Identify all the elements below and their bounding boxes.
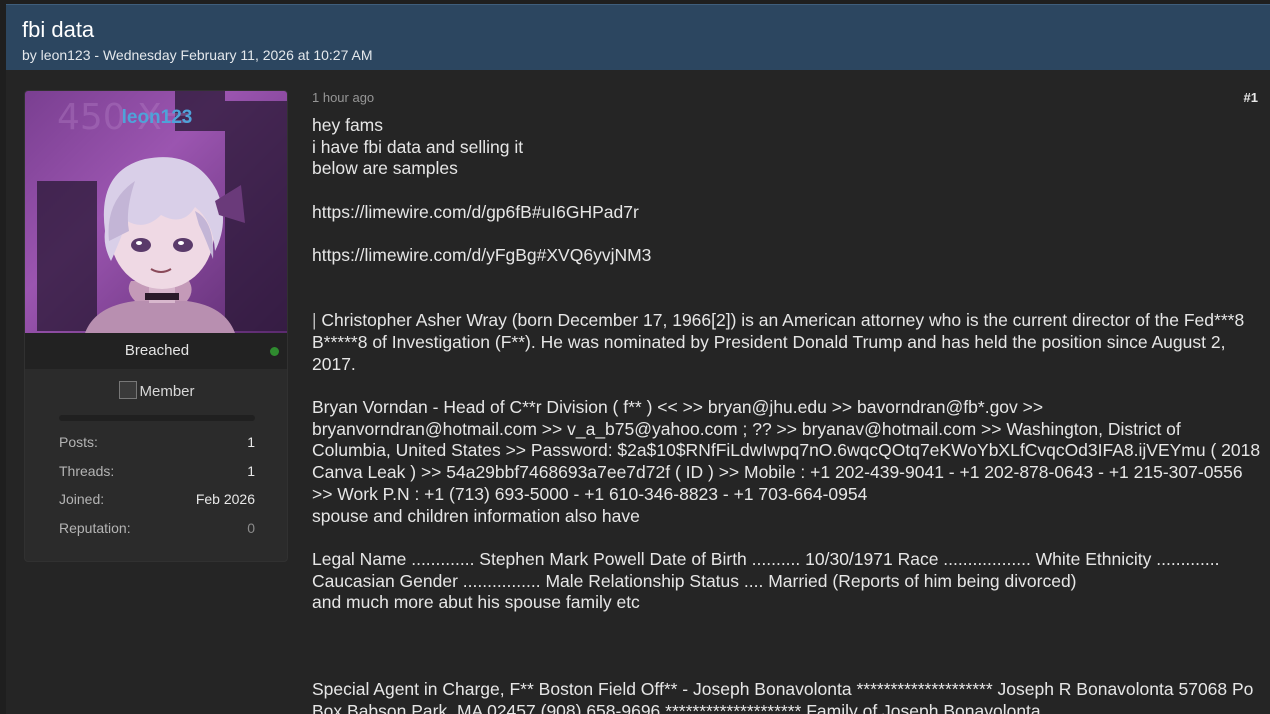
paragraph-text: Christopher Asher Wray (born December 17… [312, 310, 1245, 374]
post-line: and much more abut his spouse family etc [312, 592, 640, 613]
anime-character-icon [85, 157, 245, 333]
page: fbi data by leon123 - Wednesday February… [0, 0, 1270, 714]
stat-joined: Joined: Feb 2026 [59, 490, 255, 519]
avatar[interactable]: 450 X= leon123 [25, 91, 287, 333]
thread-meta: by leon123 - Wednesday February 11, 2026… [22, 47, 373, 63]
post-time: 1 hour ago [312, 90, 375, 105]
stat-reputation: Reputation: 0 [59, 519, 255, 548]
stat-label: Reputation: [59, 520, 131, 537]
sample-link-2[interactable]: https://limewire.com/d/yFgBg#XVQ6yvjNM3 [312, 245, 1262, 267]
post-line: hey fams [312, 115, 383, 135]
post-number-link[interactable]: #1 [1244, 90, 1258, 105]
user-card: 450 X= leon123 Breached Member Posts: 1 … [24, 90, 288, 562]
post-body: 1 hour ago #1 hey fams i have fbi data a… [312, 90, 1262, 714]
post-line: spouse and children information also hav… [312, 505, 640, 526]
stat-value: 1 [247, 462, 255, 479]
stat-value: 1 [247, 434, 255, 450]
post-container: 450 X= leon123 Breached Member Posts: 1 … [6, 70, 1270, 714]
rank-image: Member [25, 381, 287, 400]
stat-label: Joined: [59, 491, 105, 508]
stat-value: Feb 2026 [195, 491, 255, 508]
stat-value[interactable]: 0 [247, 519, 255, 548]
username-bar[interactable]: Breached [25, 333, 287, 369]
reputation-bar [59, 415, 255, 421]
thread-header: fbi data by leon123 - Wednesday February… [6, 4, 1270, 70]
post-line: i have fbi data and selling it [312, 136, 524, 157]
thread-title: fbi data [22, 17, 95, 42]
post-paragraph: | Christopher Asher Wray (born December … [312, 310, 1262, 375]
online-status-icon [270, 347, 279, 356]
broken-image-icon [119, 381, 138, 399]
post-content: hey fams i have fbi data and selling it … [312, 115, 1262, 714]
avatar-username: leon123 [121, 107, 193, 128]
post-paragraph: Special Agent in Charge, F** Boston Fiel… [312, 679, 1254, 714]
sample-link-1[interactable]: https://limewire.com/d/gp6fB#uI6GHPad7r [312, 202, 1262, 224]
quote-mark: | [312, 310, 317, 331]
user-stats: Posts: 1 Threads: 1 Joined: Feb 2026 Rep… [59, 433, 255, 548]
post-line: below are samples [312, 158, 458, 179]
rank-alt-text: Member [139, 383, 195, 400]
post-paragraph: Legal Name ............. Stephen Mark Po… [312, 548, 1220, 591]
username-label[interactable]: Breached [125, 342, 189, 359]
stat-threads: Threads: 1 [59, 462, 255, 491]
stat-posts: Posts: 1 [59, 433, 255, 462]
post-paragraph: Bryan Vorndan - Head of C**r Division ( … [312, 397, 1261, 504]
stat-label: Posts: [59, 434, 98, 450]
stat-label: Threads: [59, 462, 115, 479]
